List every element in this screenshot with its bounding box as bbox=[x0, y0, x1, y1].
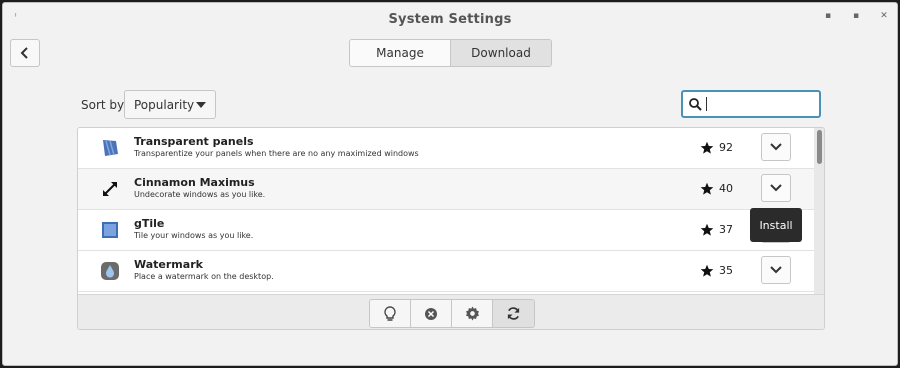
refresh-button[interactable] bbox=[493, 300, 534, 327]
minimize-button[interactable]: ▪ bbox=[821, 11, 835, 21]
star-icon bbox=[700, 223, 714, 236]
text-cursor bbox=[706, 97, 707, 111]
expand-button[interactable] bbox=[761, 256, 791, 284]
applet-score: 35 bbox=[719, 264, 733, 277]
list-scrollbar[interactable] bbox=[814, 128, 824, 294]
chevron-down-icon bbox=[770, 184, 782, 192]
star-icon bbox=[700, 141, 714, 154]
refresh-icon bbox=[507, 307, 520, 320]
list-item[interactable]: Watermark Place a watermark on the deskt… bbox=[78, 251, 814, 292]
search-field[interactable] bbox=[681, 90, 821, 118]
applet-description: Undecorate windows as you like. bbox=[134, 190, 266, 199]
app-menu-icon[interactable]: ᵎ bbox=[15, 12, 17, 22]
toolbar-button-group bbox=[369, 299, 535, 328]
list-item[interactable]: Transparent panels Transparentize your p… bbox=[78, 128, 814, 169]
settings-window: ᵎ System Settings ▪ ▪ ✕ Manage Download … bbox=[2, 2, 898, 366]
applet-name: Watermark bbox=[134, 258, 203, 271]
applet-list: Transparent panels Transparentize your p… bbox=[77, 127, 825, 330]
chevron-down-icon bbox=[196, 102, 206, 108]
close-button[interactable]: ✕ bbox=[877, 11, 891, 21]
gear-icon bbox=[465, 306, 479, 321]
expand-button[interactable] bbox=[761, 174, 791, 202]
search-input[interactable] bbox=[711, 94, 811, 114]
gtile-icon bbox=[102, 222, 118, 238]
applet-description: Place a watermark on the desktop. bbox=[134, 272, 274, 281]
info-button[interactable] bbox=[370, 300, 411, 327]
sort-label: Sort by bbox=[81, 98, 125, 112]
expand-button[interactable] bbox=[761, 133, 791, 161]
applet-name: gTile bbox=[134, 217, 165, 230]
lightbulb-icon bbox=[384, 305, 396, 321]
scrollbar-thumb[interactable] bbox=[817, 130, 822, 164]
applet-score: 40 bbox=[719, 182, 733, 195]
applet-score: 92 bbox=[719, 141, 733, 154]
tab-manage[interactable]: Manage bbox=[350, 40, 450, 66]
install-tooltip: Install bbox=[750, 208, 802, 242]
configure-button[interactable] bbox=[452, 300, 493, 327]
transparent-panels-icon bbox=[103, 140, 118, 156]
applet-name: Transparent panels bbox=[134, 135, 254, 148]
chevron-down-icon bbox=[770, 143, 782, 151]
applet-name: Cinnamon Maximus bbox=[134, 176, 255, 189]
tab-download[interactable]: Download bbox=[450, 40, 551, 66]
bottom-toolbar bbox=[78, 294, 824, 329]
applet-description: Tile your windows as you like. bbox=[134, 231, 254, 240]
sort-value: Popularity bbox=[134, 97, 195, 112]
star-icon bbox=[700, 182, 714, 195]
window-title: System Settings bbox=[388, 11, 512, 27]
watermark-icon bbox=[101, 262, 119, 280]
chevron-down-icon bbox=[770, 266, 782, 274]
view-switcher: Manage Download bbox=[349, 39, 552, 67]
list-item[interactable]: Cinnamon Maximus Undecorate windows as y… bbox=[78, 169, 814, 210]
search-icon bbox=[689, 97, 702, 111]
back-button[interactable] bbox=[10, 39, 40, 67]
sort-dropdown[interactable]: Popularity bbox=[124, 90, 216, 119]
applet-score: 37 bbox=[719, 223, 733, 236]
maximize-button[interactable]: ▪ bbox=[849, 11, 863, 21]
expand-arrows-icon bbox=[103, 182, 117, 196]
list-item[interactable]: gTile Tile your windows as you like. 37 bbox=[78, 210, 814, 251]
applet-description: Transparentize your panels when there ar… bbox=[134, 149, 419, 158]
chevron-left-icon bbox=[20, 47, 28, 59]
titlebar: ᵎ System Settings ▪ ▪ ✕ bbox=[3, 3, 897, 35]
remove-icon bbox=[425, 307, 437, 320]
star-icon bbox=[700, 264, 714, 277]
uninstall-button[interactable] bbox=[411, 300, 452, 327]
